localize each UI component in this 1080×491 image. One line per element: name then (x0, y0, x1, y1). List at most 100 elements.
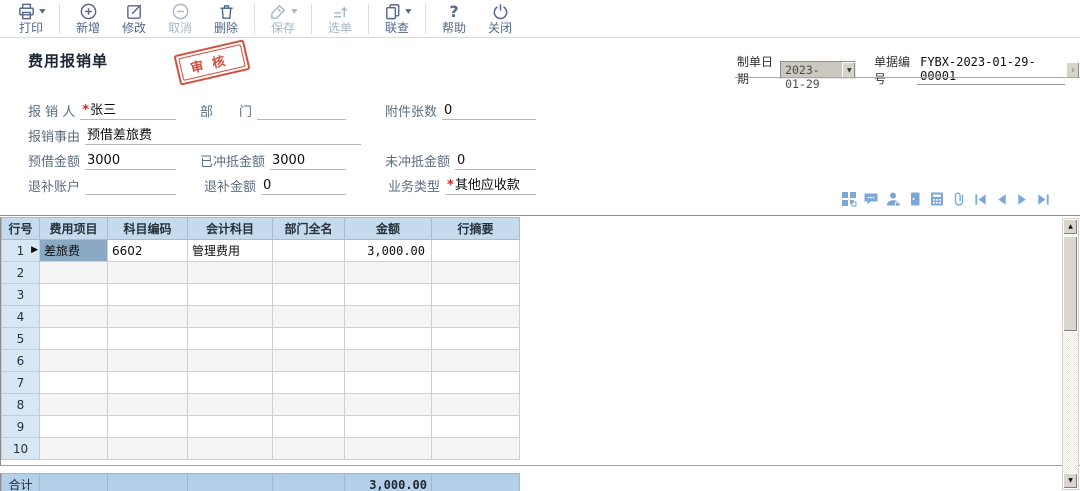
reason-input[interactable]: 预借差旅费 (85, 124, 361, 145)
business-type-input[interactable]: *其他应收款 (445, 174, 536, 195)
line-memo-cell[interactable] (432, 438, 520, 460)
next-row-icon[interactable] (1015, 192, 1030, 207)
print-button[interactable]: ▼ 打印 (8, 1, 54, 35)
col-row-no[interactable]: 行号 (2, 218, 40, 240)
amount-cell[interactable] (345, 372, 432, 394)
col-amount[interactable]: 金额 (345, 218, 432, 240)
line-memo-cell[interactable] (432, 394, 520, 416)
approver-icon[interactable] (885, 191, 901, 207)
refund-account-input[interactable] (85, 179, 176, 195)
department-cell[interactable] (273, 262, 345, 284)
line-memo-cell[interactable] (432, 262, 520, 284)
line-memo-cell[interactable] (432, 328, 520, 350)
account-name-cell[interactable] (188, 306, 273, 328)
amount-cell[interactable]: 3,000.00 (345, 240, 432, 262)
account-name-cell[interactable] (188, 394, 273, 416)
expense-item-cell[interactable]: 差旅费 (40, 240, 108, 262)
col-account-name[interactable]: 会计科目 (188, 218, 273, 240)
expense-item-cell[interactable] (40, 438, 108, 460)
department-cell[interactable] (273, 438, 345, 460)
row-number-cell[interactable]: 10 (2, 438, 40, 460)
line-memo-cell[interactable] (432, 306, 520, 328)
department-cell[interactable] (273, 372, 345, 394)
row-number-cell[interactable]: 9 (2, 416, 40, 438)
account-code-cell[interactable] (108, 306, 188, 328)
amount-cell[interactable] (345, 416, 432, 438)
chevron-down-icon[interactable]: ▼ (39, 9, 45, 16)
department-cell[interactable] (273, 240, 345, 262)
amount-cell[interactable] (345, 306, 432, 328)
account-name-cell[interactable]: 管理费用 (188, 240, 273, 262)
account-name-cell[interactable] (188, 350, 273, 372)
account-name-cell[interactable] (188, 438, 273, 460)
line-memo-cell[interactable] (432, 240, 520, 262)
col-account-code[interactable]: 科目编码 (108, 218, 188, 240)
department-cell[interactable] (273, 306, 345, 328)
department-cell[interactable] (273, 416, 345, 438)
account-code-cell[interactable] (108, 350, 188, 372)
account-code-cell[interactable] (108, 438, 188, 460)
new-button[interactable]: 新增 (65, 1, 111, 35)
col-expense-item[interactable]: 费用项目 (40, 218, 108, 240)
expense-item-cell[interactable] (40, 372, 108, 394)
unoffset-amount-input[interactable]: 0 (455, 153, 536, 170)
reimburser-input[interactable]: *张三 (80, 99, 176, 120)
expense-item-cell[interactable] (40, 350, 108, 372)
account-name-cell[interactable] (188, 284, 273, 306)
prev-row-icon[interactable] (994, 192, 1009, 207)
row-number-cell[interactable]: 2 (2, 262, 40, 284)
last-row-icon[interactable] (1036, 192, 1051, 207)
amount-cell[interactable] (345, 284, 432, 306)
date-dropdown-icon[interactable]: ▼ (842, 62, 855, 78)
expense-item-cell[interactable] (40, 394, 108, 416)
amount-cell[interactable] (345, 438, 432, 460)
line-memo-cell[interactable] (432, 284, 520, 306)
department-cell[interactable] (273, 394, 345, 416)
card-view-icon[interactable] (841, 191, 857, 207)
amount-cell[interactable] (345, 328, 432, 350)
first-row-icon[interactable] (973, 192, 988, 207)
col-department[interactable]: 部门全名 (273, 218, 345, 240)
row-number-cell[interactable]: 8 (2, 394, 40, 416)
help-button[interactable]: ? 帮助 (431, 1, 477, 35)
amount-cell[interactable] (345, 262, 432, 284)
col-line-memo[interactable]: 行摘要 (432, 218, 520, 240)
linked-query-button[interactable]: ▼ 联查 (374, 1, 420, 35)
delete-button[interactable]: 删除 (203, 1, 249, 35)
line-memo-cell[interactable] (432, 350, 520, 372)
modify-button[interactable]: 修改 (111, 1, 157, 35)
expense-item-cell[interactable] (40, 416, 108, 438)
expense-item-cell[interactable] (40, 262, 108, 284)
vertical-scrollbar[interactable]: ▲ ▼ (1062, 218, 1079, 490)
calculator-icon[interactable] (929, 191, 945, 207)
docno-field[interactable]: FYBX-2023-01-29-00001 (917, 55, 1065, 85)
scroll-down-icon[interactable]: ▼ (1063, 473, 1078, 489)
advance-amount-input[interactable]: 3000 (85, 153, 176, 170)
row-number-cell[interactable]: 4 (2, 306, 40, 328)
refund-amount-input[interactable]: 0 (261, 178, 346, 195)
comment-icon[interactable] (863, 191, 879, 207)
account-code-cell[interactable] (108, 328, 188, 350)
amount-cell[interactable] (345, 394, 432, 416)
expense-item-cell[interactable] (40, 328, 108, 350)
account-name-cell[interactable] (188, 262, 273, 284)
chevron-down-icon[interactable]: ▼ (405, 9, 411, 16)
account-code-cell[interactable]: 6602 (108, 240, 188, 262)
line-memo-cell[interactable] (432, 416, 520, 438)
row-number-cell[interactable]: 6 (2, 350, 40, 372)
account-code-cell[interactable] (108, 372, 188, 394)
expense-item-cell[interactable] (40, 306, 108, 328)
row-number-cell[interactable]: 1▶ (2, 240, 40, 262)
row-number-cell[interactable]: 7 (2, 372, 40, 394)
account-name-cell[interactable] (188, 416, 273, 438)
account-code-cell[interactable] (108, 284, 188, 306)
line-memo-cell[interactable] (432, 372, 520, 394)
attachment-icon[interactable] (951, 191, 967, 207)
account-name-cell[interactable] (188, 372, 273, 394)
panel-icon[interactable] (907, 191, 923, 207)
department-cell[interactable] (273, 328, 345, 350)
offset-amount-input[interactable]: 3000 (270, 153, 346, 170)
account-code-cell[interactable] (108, 262, 188, 284)
scrollbar-thumb[interactable] (1063, 236, 1078, 332)
amount-cell[interactable] (345, 350, 432, 372)
